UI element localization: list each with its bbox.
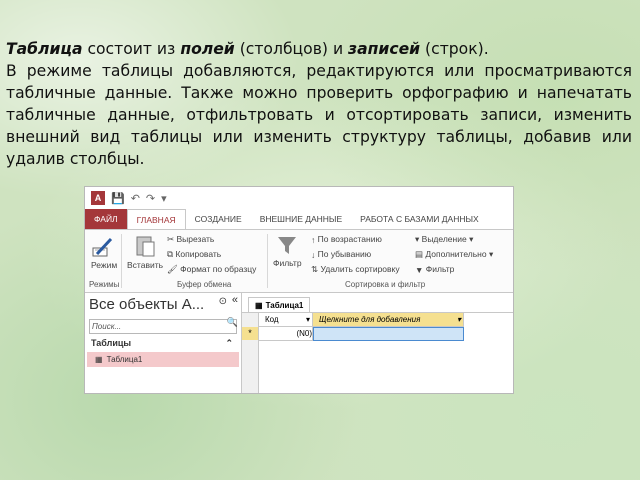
redo-icon[interactable]: ↷ xyxy=(146,192,155,205)
access-logo-icon: A xyxy=(91,191,105,205)
column-header-add[interactable]: Щелкните для добавления ▾ xyxy=(313,313,464,327)
customize-icon[interactable]: ▾ xyxy=(161,192,167,205)
tab-file[interactable]: ФАЙЛ xyxy=(85,209,127,229)
paste-icon xyxy=(136,236,155,257)
save-icon[interactable]: 💾 xyxy=(111,192,125,205)
ribbon: Режим Вставить ✂ Вырезать ⧉ Копировать 🖌… xyxy=(85,229,513,293)
datasheet-grid: Код ▾ Щелкните для добавления ▾ * (N0) xyxy=(242,312,513,393)
navigation-pane: Все объекты А... ⊙ « Поиск... 🔍 Таблицы ⌃ ▦… xyxy=(85,293,242,393)
group-sort-filter-label: Сортировка и фильтр xyxy=(345,280,426,289)
toggle-filter-icon: ▼ xyxy=(415,264,424,275)
view-button[interactable]: Режим xyxy=(91,236,117,270)
filter-label: Фильтр xyxy=(273,258,302,268)
undo-icon[interactable]: ↶ xyxy=(131,192,140,205)
new-row-add-cell[interactable] xyxy=(313,327,464,341)
filter-icon xyxy=(278,237,297,254)
toggle-filter-button[interactable]: ▼ Фильтр xyxy=(415,264,454,275)
cut-button[interactable]: ✂ Вырезать xyxy=(167,234,214,245)
tab-external-data[interactable]: ВНЕШНИЕ ДАННЫЕ xyxy=(251,209,351,229)
document-area: ▦ Таблица1 Код ▾ Щелкните для добавления ▾ … xyxy=(242,293,513,393)
remove-sort-button[interactable]: ⇅ Удалить сортировку xyxy=(311,264,400,275)
group-clipboard-label: Буфер обмена xyxy=(177,280,232,289)
sort-desc-icon: ↓ xyxy=(311,249,316,260)
table-icon: ▦ xyxy=(255,300,263,310)
selection-icon: ▾ xyxy=(415,234,420,245)
paste-button[interactable]: Вставить xyxy=(127,234,163,270)
doc-tab-table1[interactable]: ▦ Таблица1 xyxy=(248,297,311,312)
row-selector-column xyxy=(242,313,259,393)
paste-label: Вставить xyxy=(127,260,164,270)
copy-icon: ⧉ xyxy=(167,249,174,260)
remove-sort-icon: ⇅ xyxy=(311,264,319,275)
format-painter-icon: 🖌 xyxy=(167,264,178,275)
sort-asc-icon: ↑ xyxy=(311,234,316,245)
description-text: Таблица состоит из полей (столбцов) и за… xyxy=(6,38,632,170)
search-input[interactable]: Поиск... xyxy=(89,319,237,334)
new-row-marker: * xyxy=(242,327,258,340)
cut-icon: ✂ xyxy=(167,234,175,245)
filter-button[interactable]: Фильтр xyxy=(273,234,302,268)
description-paragraph: В режиме таблицы добавляются, редактирую… xyxy=(6,62,632,168)
sort-desc-button[interactable]: ↓ По убыванию xyxy=(311,249,371,260)
section-collapse-icon[interactable]: ⌃ xyxy=(225,338,233,349)
ribbon-tabs: ФАЙЛ ГЛАВНАЯ СОЗДАНИЕ ВНЕШНИЕ ДАННЫЕ РАБ… xyxy=(85,209,513,229)
view-icon xyxy=(92,237,113,257)
new-row-id-cell[interactable]: (N0) xyxy=(259,327,313,341)
advanced-button[interactable]: ▤ Дополнительно ▾ xyxy=(415,249,493,260)
sort-menu-icon[interactable]: ▾ xyxy=(306,315,310,324)
selection-button[interactable]: ▾ Выделение ▾ xyxy=(415,234,473,245)
tables-section[interactable]: Таблицы ⌃ xyxy=(85,334,241,352)
group-views-label: Режимы xyxy=(89,280,120,289)
tab-home[interactable]: ГЛАВНАЯ xyxy=(126,209,186,229)
copy-button[interactable]: ⧉ Копировать xyxy=(167,249,221,260)
nav-item-table1[interactable]: ▦ Таблица1 xyxy=(87,352,239,367)
add-field-dropdown-icon[interactable]: ▾ xyxy=(457,315,461,324)
collapse-icon[interactable]: « xyxy=(232,294,238,306)
column-header-id[interactable]: Код ▾ xyxy=(259,313,313,327)
intro-line: Таблица состоит из полей (столбцов) и за… xyxy=(6,40,489,58)
tab-database-tools[interactable]: РАБОТА С БАЗАМИ ДАННЫХ xyxy=(351,209,488,229)
tab-create[interactable]: СОЗДАНИЕ xyxy=(186,209,251,229)
advanced-icon: ▤ xyxy=(415,249,424,260)
format-painter-button[interactable]: 🖌 Формат по образцу xyxy=(167,264,256,275)
search-icon[interactable]: 🔍 xyxy=(227,317,238,328)
quick-access-toolbar: A 💾 ↶ ↷ ▾ xyxy=(85,187,513,209)
access-screenshot: A 💾 ↶ ↷ ▾ ФАЙЛ ГЛАВНАЯ СОЗДАНИЕ ВНЕШНИЕ … xyxy=(84,186,514,394)
nav-title[interactable]: Все объекты А... ⊙ « xyxy=(85,293,241,319)
table-icon: ▦ xyxy=(95,355,103,364)
view-label: Режим xyxy=(91,260,118,270)
sort-asc-button[interactable]: ↑ По возрастанию xyxy=(311,234,382,245)
dropdown-icon[interactable]: ⊙ xyxy=(219,296,227,307)
